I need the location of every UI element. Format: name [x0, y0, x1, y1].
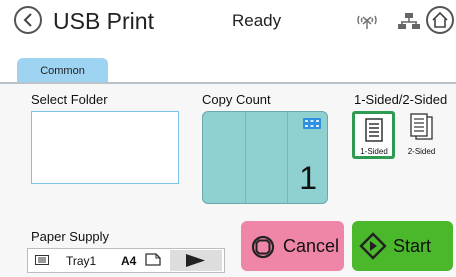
one-sided-document-icon: [365, 118, 383, 142]
select-folder-box[interactable]: [31, 111, 179, 184]
copy-count-label: Copy Count: [202, 92, 271, 107]
back-arrow-icon: [23, 13, 32, 27]
paper-tray-value: Tray1: [66, 254, 97, 268]
copy-count-divider: [287, 112, 288, 203]
paper-orientation-icon: [145, 253, 161, 266]
status-text: Ready: [232, 11, 282, 30]
wireless-off-icon: [357, 15, 377, 29]
copy-count-value: 1: [299, 160, 317, 196]
wired-network-icon: [398, 13, 420, 29]
sided-label: 1-Sided/2-Sided: [354, 92, 448, 107]
stop-icon: [251, 235, 275, 259]
paper-supply-label: Paper Supply: [31, 229, 110, 244]
paper-size-value: A4: [121, 254, 137, 268]
numeric-keypad-icon[interactable]: [303, 118, 321, 129]
copy-count-field[interactable]: 1: [202, 111, 328, 204]
back-button[interactable]: [14, 6, 42, 34]
home-icon: [432, 12, 448, 28]
tab-common[interactable]: Common: [17, 58, 108, 84]
copy-count-divider: [245, 112, 246, 203]
home-button[interactable]: [426, 6, 454, 34]
one-sided-label: 1-Sided: [360, 147, 388, 156]
two-sided-document-icon: [410, 113, 433, 140]
start-icon: [359, 232, 387, 260]
two-sided-label: 2-Sided: [407, 147, 436, 156]
cancel-button-label: Cancel: [283, 236, 340, 256]
paper-tray-icon: [35, 255, 49, 265]
start-button-label: Start: [393, 236, 432, 256]
select-folder-label: Select Folder: [31, 92, 108, 107]
paper-supply-arrow-button[interactable]: [170, 250, 222, 271]
play-arrow-icon: [186, 254, 205, 267]
page-title: USB Print: [53, 8, 154, 34]
